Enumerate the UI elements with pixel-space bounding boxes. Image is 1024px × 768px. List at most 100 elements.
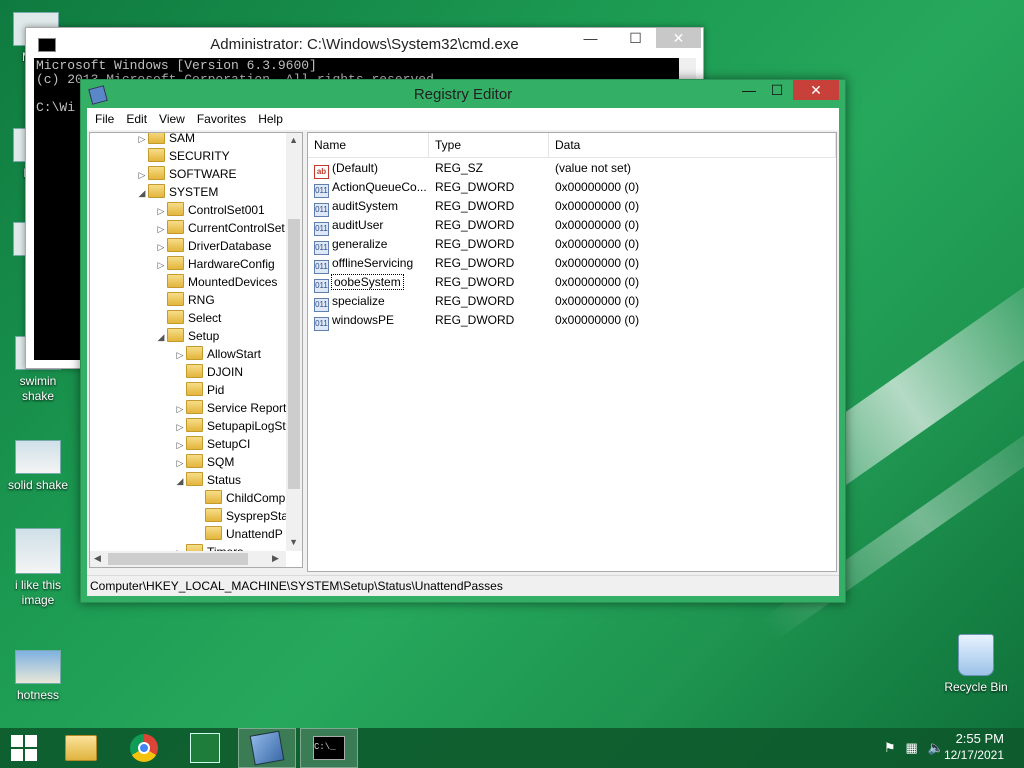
close-button[interactable]: ✕: [793, 80, 839, 100]
value-row[interactable]: 011 oobeSystem REG_DWORD 0x00000000 (0): [308, 273, 836, 293]
tree-item[interactable]: ▷ Service Report: [174, 399, 286, 417]
taskbar-registry-editor[interactable]: [238, 728, 296, 768]
collapse-arrow-icon[interactable]: ◢: [174, 472, 186, 490]
column-type[interactable]: Type: [429, 133, 549, 157]
tree-item[interactable]: DJOIN: [174, 363, 243, 381]
scroll-down-icon[interactable]: ▼: [289, 537, 298, 547]
expand-arrow-icon[interactable]: ▷: [174, 418, 186, 436]
taskbar-app[interactable]: [176, 728, 234, 768]
menu-file[interactable]: File: [89, 112, 120, 126]
value-type: REG_DWORD: [435, 180, 515, 194]
folder-icon: [205, 526, 222, 540]
start-button[interactable]: [0, 728, 48, 768]
menu-edit[interactable]: Edit: [120, 112, 153, 126]
folder-icon: [148, 166, 165, 180]
folder-icon: [186, 382, 203, 396]
expand-arrow-icon[interactable]: ▷: [155, 220, 167, 238]
scroll-up-icon[interactable]: ▲: [289, 135, 298, 145]
taskbar-file-explorer[interactable]: [52, 728, 110, 768]
tree-item[interactable]: ▷ DriverDatabase: [155, 237, 271, 255]
flag-icon[interactable]: ⚑: [884, 740, 896, 756]
folder-icon: [167, 202, 184, 216]
expand-arrow-icon[interactable]: ▷: [136, 133, 148, 148]
value-row[interactable]: 011 auditUser REG_DWORD 0x00000000 (0): [308, 216, 836, 236]
registry-editor-window[interactable]: Registry Editor — ☐ ✕ File Edit View Fav…: [80, 79, 846, 603]
tree-item-label: Pid: [207, 383, 225, 397]
registry-tree[interactable]: ▷TimersUnattendPSysprepStaChildComp◢Stat…: [89, 132, 303, 568]
tree-item[interactable]: ▷ AllowStart: [174, 345, 261, 363]
volume-icon[interactable]: 🔈: [928, 740, 944, 756]
expand-arrow-icon[interactable]: ▷: [155, 202, 167, 220]
minimize-button[interactable]: —: [735, 80, 763, 100]
values-list[interactable]: Name Type Data ab (Default) REG_SZ (value n…: [307, 132, 837, 572]
tree-item[interactable]: MountedDevices: [155, 273, 277, 291]
tree-item[interactable]: ▷ SetupCI: [174, 435, 250, 453]
column-name[interactable]: Name: [308, 133, 429, 157]
taskbar-cmd[interactable]: C:\_: [300, 728, 358, 768]
value-row[interactable]: 011 generalize REG_DWORD 0x00000000 (0): [308, 235, 836, 255]
menu-view[interactable]: View: [153, 112, 191, 126]
collapse-arrow-icon[interactable]: ◢: [136, 184, 148, 202]
tree-item[interactable]: RNG: [155, 291, 215, 309]
tree-item[interactable]: ▷ SQM: [174, 453, 234, 471]
cmd-title-bar[interactable]: Administrator: C:\Windows\System32\cmd.e…: [26, 28, 703, 58]
expand-arrow-icon[interactable]: ▷: [155, 256, 167, 274]
tree-item[interactable]: UnattendP: [193, 525, 283, 543]
tree-item[interactable]: ▷ HardwareConfig: [155, 255, 275, 273]
expand-arrow-icon[interactable]: ▷: [174, 436, 186, 454]
tree-item[interactable]: Select: [155, 309, 221, 327]
tree-item[interactable]: SECURITY: [136, 147, 230, 165]
maximize-button[interactable]: ☐: [763, 80, 791, 100]
tree-item[interactable]: ◢ SYSTEM: [136, 183, 218, 201]
value-row[interactable]: 011 offlineServicing REG_DWORD 0x00000000 (…: [308, 254, 836, 274]
scroll-left-icon[interactable]: ◀: [94, 553, 101, 564]
expand-arrow-icon[interactable]: ▷: [174, 400, 186, 418]
value-row[interactable]: 011 windowsPE REG_DWORD 0x00000000 (0): [308, 311, 836, 331]
tree-scroll-thumb[interactable]: [288, 219, 300, 489]
folder-icon: [167, 274, 184, 288]
desktop-icon-solid-shake[interactable]: solid shake: [2, 440, 74, 493]
status-bar: Computer\HKEY_LOCAL_MACHINE\SYSTEM\Setup…: [87, 575, 839, 596]
tree-item[interactable]: ▷ ControlSet001: [155, 201, 265, 219]
tree-item[interactable]: ▷ SetupapiLogSt: [174, 417, 286, 435]
folder-icon: [167, 238, 184, 252]
tree-item[interactable]: ▷ SOFTWARE: [136, 165, 237, 183]
expand-arrow-icon[interactable]: ▷: [136, 166, 148, 184]
clock[interactable]: 2:55 PM 12/17/2021: [944, 731, 1004, 763]
tree-hscroll-thumb[interactable]: [108, 553, 248, 565]
taskbar-chrome[interactable]: [115, 728, 173, 768]
menu-help[interactable]: Help: [252, 112, 289, 126]
network-icon[interactable]: ▦: [906, 740, 918, 756]
expand-arrow-icon[interactable]: ▷: [174, 346, 186, 364]
value-row[interactable]: 011 ActionQueueCo... REG_DWORD 0x00000000 (…: [308, 178, 836, 198]
tree-item[interactable]: Pid: [174, 381, 224, 399]
regedit-title-bar[interactable]: Registry Editor — ☐ ✕: [81, 80, 845, 108]
tree-item[interactable]: ◢ Status: [174, 471, 241, 489]
value-row[interactable]: 011 specialize REG_DWORD 0x00000000 (0): [308, 292, 836, 312]
folder-icon: [186, 418, 203, 432]
value-row[interactable]: ab (Default) REG_SZ (value not set): [308, 159, 836, 179]
value-data: 0x00000000 (0): [555, 180, 640, 194]
maximize-button[interactable]: ☐: [613, 28, 658, 48]
collapse-arrow-icon[interactable]: ◢: [155, 328, 167, 346]
desktop-icon-i-like-this-image[interactable]: i like this image: [2, 528, 74, 608]
expand-arrow-icon[interactable]: ▷: [174, 454, 186, 472]
scroll-right-icon[interactable]: ▶: [272, 553, 279, 564]
desktop-icon-recycle-bin[interactable]: Recycle Bin: [940, 634, 1012, 695]
value-data: 0x00000000 (0): [555, 313, 640, 327]
tree-item-label: UnattendP: [226, 527, 283, 541]
tree-item[interactable]: ChildComp: [193, 489, 285, 507]
expand-arrow-icon[interactable]: ▷: [155, 238, 167, 256]
column-data[interactable]: Data: [549, 133, 836, 157]
value-type: REG_DWORD: [435, 218, 515, 232]
tree-item[interactable]: ▷ SAM: [136, 133, 195, 148]
minimize-button[interactable]: —: [568, 28, 613, 48]
tree-item[interactable]: ▷ CurrentControlSet: [155, 219, 285, 237]
close-button[interactable]: ✕: [656, 28, 701, 48]
tree-item[interactable]: SysprepSta: [193, 507, 288, 525]
menu-favorites[interactable]: Favorites: [191, 112, 252, 126]
tree-item-label: SYSTEM: [169, 185, 219, 199]
value-row[interactable]: 011 auditSystem REG_DWORD 0x00000000 (0): [308, 197, 836, 217]
desktop-icon-hotness[interactable]: hotness: [2, 650, 74, 703]
tree-item[interactable]: ◢ Setup: [155, 327, 219, 345]
